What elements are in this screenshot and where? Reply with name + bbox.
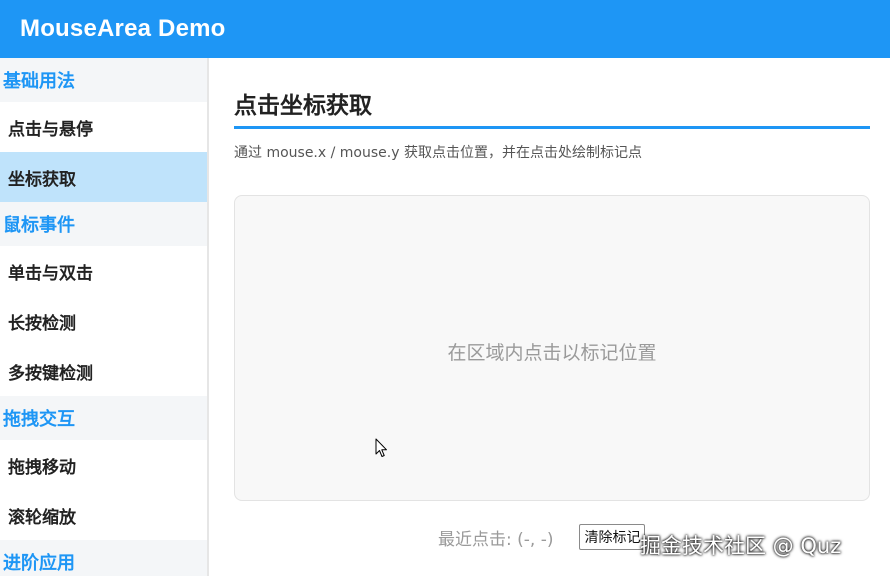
sidebar-item-long-press[interactable]: 长按检测 <box>0 296 207 346</box>
sidebar-nav: 基础用法 点击与悬停 坐标获取 鼠标事件 单击与双击 长按检测 多按键检测 拖拽… <box>0 58 209 576</box>
sidebar-item-single-double-click[interactable]: 单击与双击 <box>0 246 207 296</box>
clear-markers-button[interactable]: 清除标记 <box>579 524 646 550</box>
page-description: 通过 mouse.x / mouse.y 获取点击位置，并在点击处绘制标记点 <box>234 145 642 161</box>
sidebar-group-basic: 基础用法 <box>0 58 207 102</box>
sidebar-group-mouse-events: 鼠标事件 <box>0 202 207 246</box>
click-area-hint: 在区域内点击以标记位置 <box>447 342 657 364</box>
title-underline <box>234 126 870 129</box>
sidebar-item-drag-move[interactable]: 拖拽移动 <box>0 440 207 490</box>
click-area[interactable]: 在区域内点击以标记位置 <box>234 195 870 501</box>
last-click-readout: 最近点击: (-, -) <box>438 529 554 550</box>
app-header: MouseArea Demo <box>0 0 890 58</box>
sidebar-item-multi-button[interactable]: 多按键检测 <box>0 346 207 396</box>
sidebar-item-wheel-zoom[interactable]: 滚轮缩放 <box>0 490 207 540</box>
sidebar-group-advanced: 进阶应用 <box>0 540 207 576</box>
status-row: 最近点击: (-, -) 清除标记 <box>438 524 646 550</box>
content-panel: 点击坐标获取 通过 mouse.x / mouse.y 获取点击位置，并在点击处… <box>234 58 870 576</box>
app-title: MouseArea Demo <box>20 15 226 42</box>
sidebar-group-drag: 拖拽交互 <box>0 396 207 440</box>
watermark: 掘金技术社区 @ Quz <box>640 534 842 558</box>
page-title: 点击坐标获取 <box>234 93 372 119</box>
sidebar-item-click-hover[interactable]: 点击与悬停 <box>0 102 207 152</box>
mouse-pointer-icon <box>375 438 387 457</box>
sidebar-item-coordinates[interactable]: 坐标获取 <box>0 152 207 202</box>
